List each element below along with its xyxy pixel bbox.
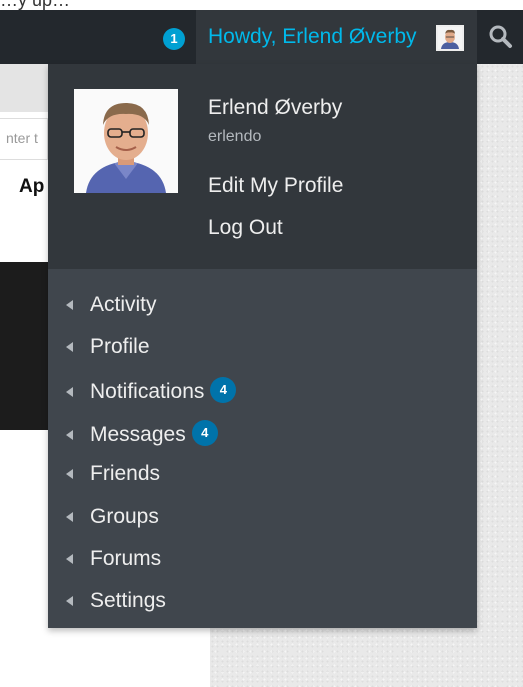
menu-item-label: Activity [90,293,157,316]
menu-item-label: Notifications 4 [90,377,237,404]
caret-left-icon [66,342,73,352]
messages-count-badge: 4 [191,420,218,447]
menu-item-label: Settings [90,589,166,612]
menu-item-label: Forums [90,547,162,570]
edit-profile-link[interactable]: Edit My Profile [208,174,343,198]
menu-item-activity[interactable]: Activity [48,286,477,326]
menu-item-label: Groups [90,505,159,528]
menu-item-text: Messages [90,423,186,446]
caret-left-icon [66,469,73,479]
menu-item-messages[interactable]: Messages 4 [48,416,477,456]
menu-item-settings[interactable]: Settings [48,582,477,622]
page-left-panel [0,64,48,112]
caret-left-icon [66,430,73,440]
caret-left-icon [66,387,73,397]
page-input-placeholder: nter t [6,130,38,146]
page-dark-block [0,262,48,430]
menu-item-label: Friends [90,462,161,485]
howdy-greeting-link[interactable]: Howdy, Erlend Øverby [208,25,417,49]
menu-item-label: Messages 4 [90,420,218,447]
caret-left-icon [66,512,73,522]
log-out-link[interactable]: Log Out [208,216,283,240]
avatar-small[interactable] [436,25,464,51]
avatar-large[interactable] [74,89,178,193]
menu-item-label: Profile [90,335,150,358]
page-top-text: …y up… [0,0,71,10]
page-input-field[interactable]: nter t [0,118,48,160]
search-button[interactable] [478,10,523,64]
caret-left-icon [66,300,73,310]
notification-count-bubble[interactable]: 1 [163,28,185,50]
menu-item-friends[interactable]: Friends [48,455,477,495]
profile-username[interactable]: erlendo [208,128,261,146]
caret-left-icon [66,596,73,606]
page-top-strip: …y up… [0,0,523,10]
account-dropdown: Erlend Øverby erlendo Edit My Profile Lo… [48,64,477,628]
menu-item-profile[interactable]: Profile [48,328,477,368]
menu-item-text: Notifications [90,380,205,403]
menu-item-groups[interactable]: Groups [48,498,477,538]
page-heading: Ap [19,176,45,197]
profile-display-name[interactable]: Erlend Øverby [208,96,342,120]
menu-item-forums[interactable]: Forums [48,540,477,580]
menu-item-notifications[interactable]: Notifications 4 [48,373,477,413]
caret-left-icon [66,554,73,564]
profile-section: Erlend Øverby erlendo Edit My Profile Lo… [48,64,477,269]
avatar-large-image [74,89,178,193]
avatar-small-image [438,27,462,49]
notifications-count-badge: 4 [210,377,237,404]
search-icon [489,25,512,48]
buddypress-menu: Activity Profile Notifications 4 Messages… [48,269,477,628]
